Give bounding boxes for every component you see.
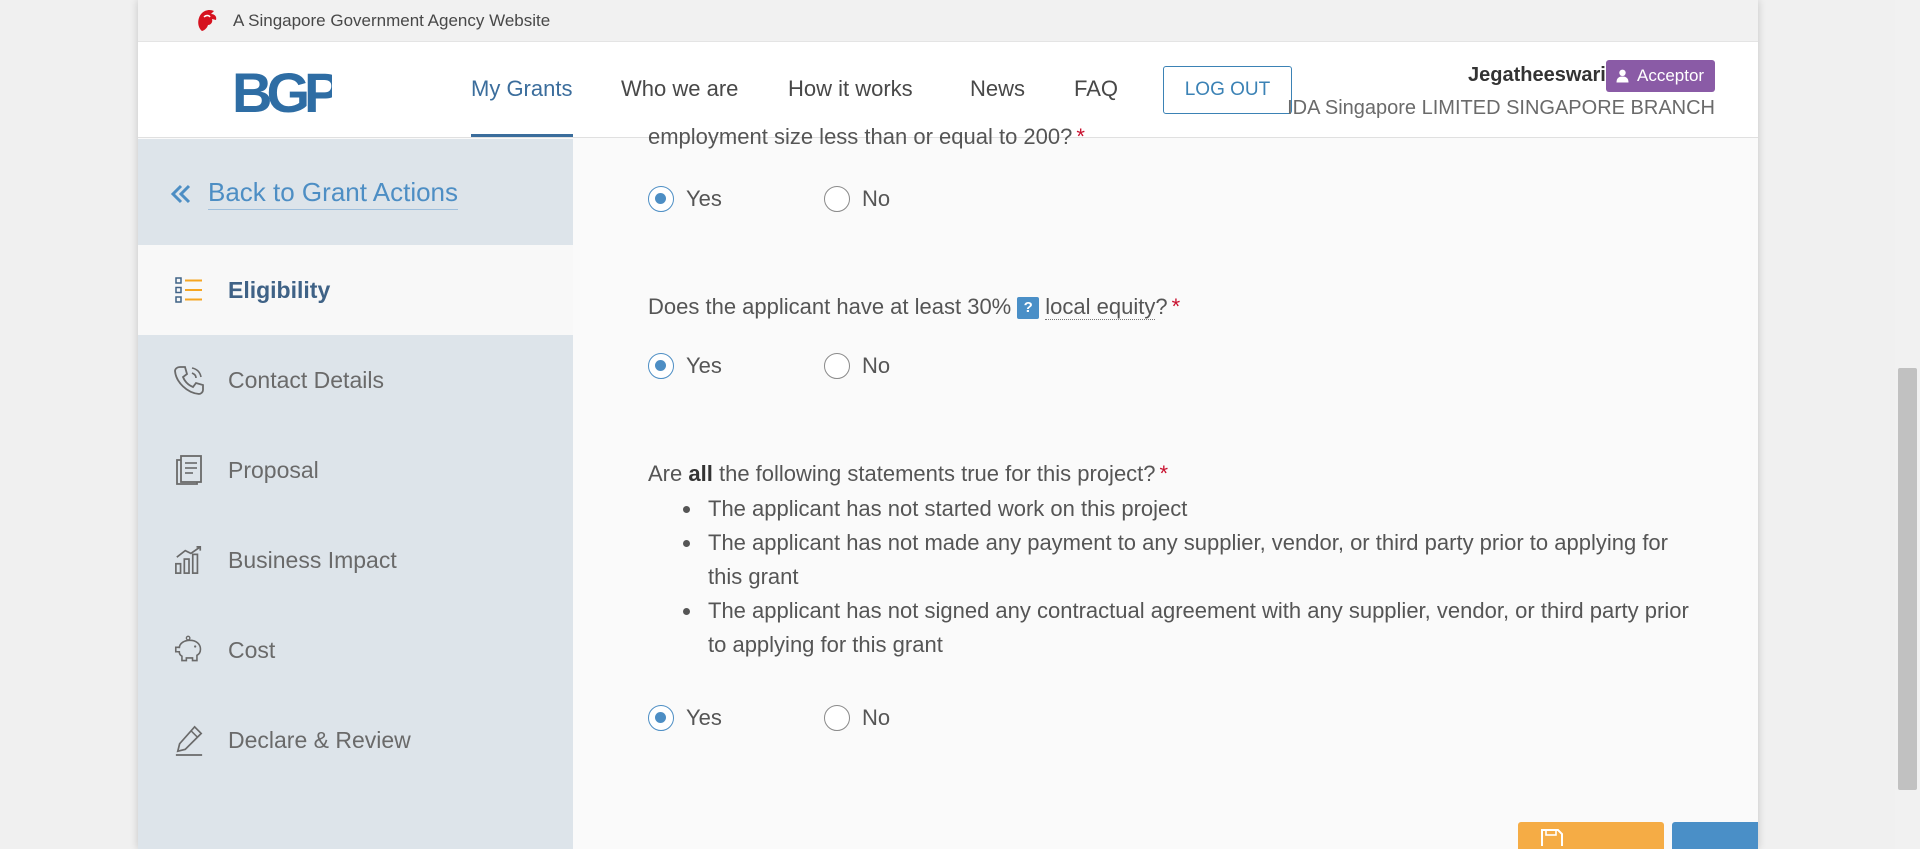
radio-button[interactable] [824,186,850,212]
radio-button[interactable] [824,353,850,379]
save-button[interactable] [1518,822,1664,849]
pen-icon [174,723,204,757]
radio-button-checked[interactable] [648,186,674,212]
required-mark: * [1171,294,1181,319]
radio-label: Yes [686,353,722,378]
question-mark: ? [1155,294,1168,319]
piggy-bank-icon [174,633,204,667]
sidebar: Back to Grant Actions Eligibility Contac… [138,139,573,849]
help-icon[interactable]: ? [1017,296,1040,319]
sidebar-item-label: Declare & Review [228,726,411,753]
required-mark: * [1159,461,1169,486]
sidebar-item-proposal[interactable]: Proposal [138,425,573,515]
radio-label: No [862,705,891,730]
nav-how-it-works[interactable]: How it works [788,76,913,102]
radio-label: Yes [686,705,722,730]
question-text: Are [648,461,683,486]
list-icon [174,273,204,307]
statements-list: The applicant has not started work on th… [678,492,1708,662]
role-badge: Acceptor [1606,60,1715,92]
logo-text: BGP [232,66,332,118]
back-to-grant-actions-link[interactable]: Back to Grant Actions [170,177,459,210]
nav-who-we-are[interactable]: Who we are [621,76,738,102]
double-chevron-left-icon [170,184,191,203]
back-link-label: Back to Grant Actions [208,177,459,210]
list-item: The applicant has not signed any contrac… [678,594,1708,662]
bgp-logo[interactable]: BGP [232,66,332,118]
nav-my-grants[interactable]: My Grants [471,76,572,102]
phone-icon [174,363,204,397]
scrollbar-thumb[interactable] [1898,368,1917,790]
radio-no[interactable]: No [824,705,890,731]
role-label: Acceptor [1637,66,1705,85]
next-button[interactable] [1672,822,1758,849]
sidebar-item-contact-details[interactable]: Contact Details [138,335,573,425]
radio-no[interactable]: No [824,186,890,212]
page-scrollbar[interactable] [1895,0,1920,849]
floppy-disk-icon [1541,829,1563,846]
masthead-text: A Singapore Government Agency Website [233,11,551,30]
gov-masthead: A Singapore Government Agency Website [138,0,1758,42]
question-emphasis: all [688,461,713,486]
sidebar-item-label: Contact Details [228,366,384,393]
local-equity-term[interactable]: local equity [1045,294,1156,320]
sidebar-item-label: Eligibility [228,276,331,303]
nav-news[interactable]: News [970,76,1025,102]
radio-button[interactable] [824,705,850,731]
radio-group-employment-size: Yes No [648,186,890,212]
question-text: employment size less than or equal to 20… [648,124,1073,149]
radio-label: No [862,186,891,211]
question-text: the following statements true for this p… [718,461,1156,486]
list-item: The applicant has not started work on th… [678,492,1708,526]
sidebar-item-declare-review[interactable]: Declare & Review [138,695,573,785]
radio-yes[interactable]: Yes [648,705,824,731]
company-name: IDA Singapore LIMITED SINGAPORE BRANCH [1287,97,1715,119]
nav-active-underline [471,134,573,137]
radio-yes[interactable]: Yes [648,353,824,379]
radio-no[interactable]: No [824,353,890,379]
radio-label: No [862,353,891,378]
sidebar-item-cost[interactable]: Cost [138,605,573,695]
required-mark: * [1076,124,1085,149]
sidebar-item-label: Proposal [228,456,319,483]
sidebar-item-business-impact[interactable]: Business Impact [138,515,573,605]
logout-button[interactable]: LOG OUT [1163,66,1292,114]
lion-head-icon [198,9,217,31]
radio-button-checked[interactable] [648,705,674,731]
radio-button-checked[interactable] [648,353,674,379]
radio-group-local-equity: Yes No [648,353,890,379]
eligibility-form: employment size less than or equal to 20… [573,124,1758,849]
sidebar-item-label: Business Impact [228,546,397,573]
nav-faq[interactable]: FAQ [1074,76,1118,102]
question-employment-size: employment size less than or equal to 20… [648,124,1085,150]
question-local-equity: Does the applicant have at least 30%? loc… [648,294,1180,320]
list-item: The applicant has not made any payment t… [678,526,1708,594]
sidebar-item-label: Cost [228,636,276,663]
page: A Singapore Government Agency Website BG… [138,0,1758,849]
bar-chart-icon [174,543,204,577]
radio-group-statements: Yes No [648,705,890,731]
radio-yes[interactable]: Yes [648,186,824,212]
user-icon [1616,69,1629,83]
document-icon [174,453,204,487]
question-text: Does the applicant have at least 30% [648,294,1012,319]
radio-label: Yes [686,186,722,211]
question-statements-true: Are all the following statements true fo… [648,461,1168,487]
user-name: Jegatheeswari [1468,64,1606,86]
sidebar-item-eligibility[interactable]: Eligibility [138,245,573,335]
